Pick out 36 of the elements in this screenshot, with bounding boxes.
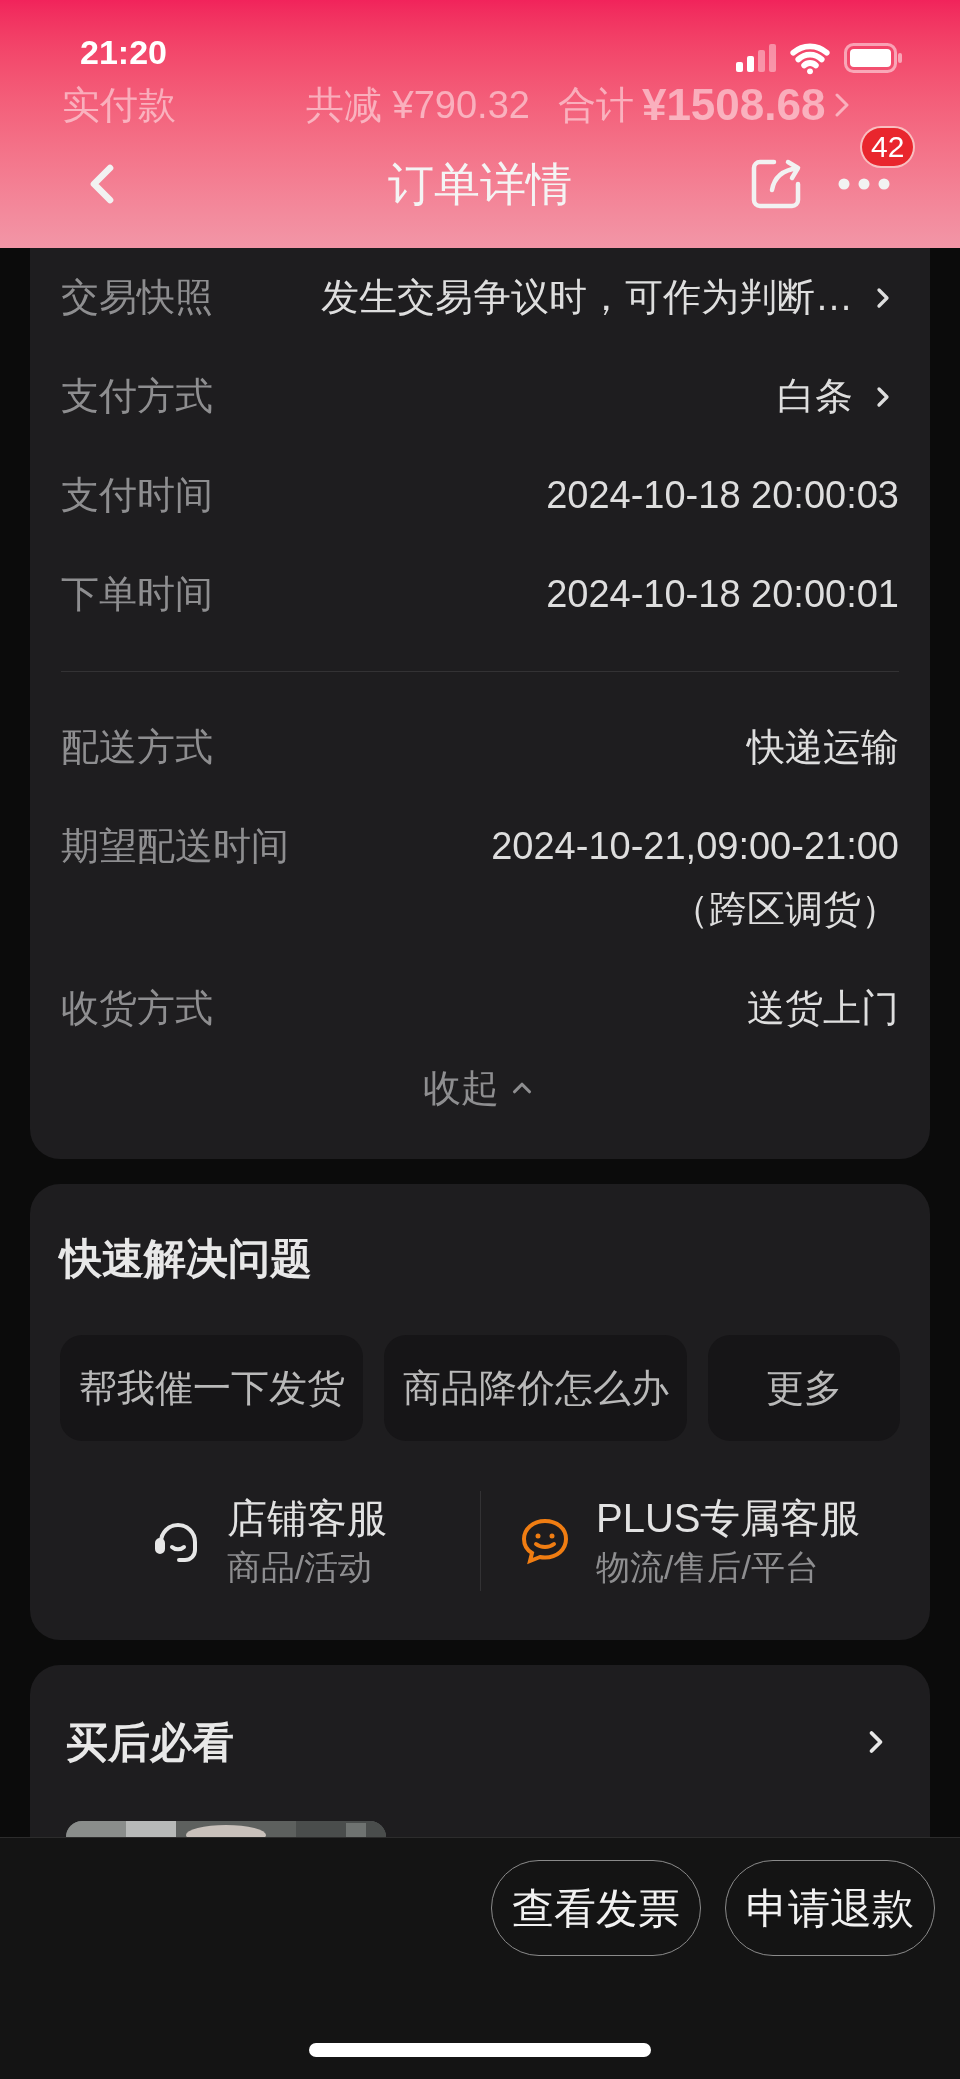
notification-badge: 42 bbox=[860, 126, 916, 168]
quick-action-button[interactable]: 更多 bbox=[708, 1335, 900, 1441]
quick-action-button[interactable]: 帮我催一下发货 bbox=[60, 1335, 363, 1441]
section-title: 快速解决问题 bbox=[60, 1233, 313, 1284]
service-name[interactable]: 店铺客服 bbox=[226, 1492, 387, 1544]
quick-action-button[interactable]: 商品降价怎么办 bbox=[384, 1335, 687, 1441]
field-value: 2024-10-18 20:00:03 bbox=[545, 473, 899, 518]
status-time: 21:20 bbox=[80, 32, 167, 73]
total-amount: ¥1508.68 bbox=[641, 79, 826, 131]
page-title: 订单详情 bbox=[388, 156, 572, 212]
field-value: 2024-10-18 20:00:01 bbox=[545, 572, 899, 617]
total-label: 合计 bbox=[557, 82, 634, 128]
field-label: 收货方式 bbox=[61, 986, 213, 1031]
field-label: 交易快照 bbox=[61, 275, 213, 320]
field-value: 送货上门 bbox=[746, 986, 899, 1031]
field-label: 支付方式 bbox=[61, 374, 213, 419]
service-subtitle: 物流/售后/平台 bbox=[596, 1547, 820, 1588]
signal-icon bbox=[736, 44, 776, 72]
chat-smile-icon bbox=[520, 1517, 570, 1565]
chevron-right-icon bbox=[835, 93, 850, 117]
field-value[interactable]: 发生交易争议时，可作为判断… bbox=[227, 269, 853, 326]
service-subtitle: 商品/活动 bbox=[226, 1547, 374, 1588]
field-label: 支付时间 bbox=[61, 473, 213, 518]
discount-text: 共减 ¥790.32 bbox=[306, 82, 530, 128]
field-label: 期望配送时间 bbox=[61, 824, 289, 869]
field-value: 2024-10-21,09:00-21:00 bbox=[491, 824, 899, 869]
section-title: 买后必看 bbox=[66, 1717, 234, 1768]
field-label: 配送方式 bbox=[61, 725, 213, 770]
field-label: 下单时间 bbox=[61, 572, 213, 617]
battery-icon bbox=[844, 43, 902, 73]
field-value: 快递运输 bbox=[745, 725, 899, 770]
service-name[interactable]: PLUS专属客服 bbox=[596, 1492, 861, 1544]
collapse-button[interactable]: 收起 bbox=[423, 1059, 537, 1117]
field-value: （跨区调货） bbox=[671, 887, 899, 932]
paid-label: 实付款 bbox=[62, 82, 176, 128]
field-value[interactable]: 白条 bbox=[227, 368, 853, 425]
